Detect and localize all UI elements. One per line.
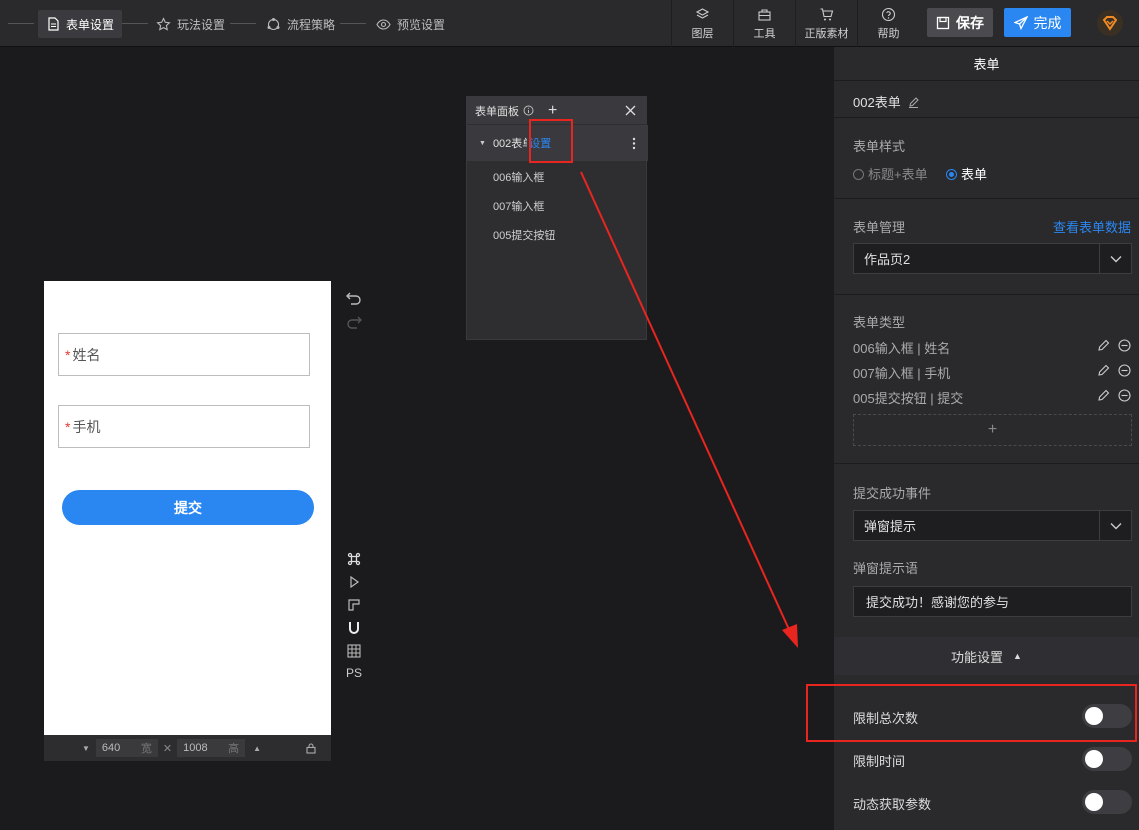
annotation-arrow — [580, 171, 798, 648]
arrow-line — [580, 171, 793, 637]
arrow-head — [782, 624, 798, 648]
